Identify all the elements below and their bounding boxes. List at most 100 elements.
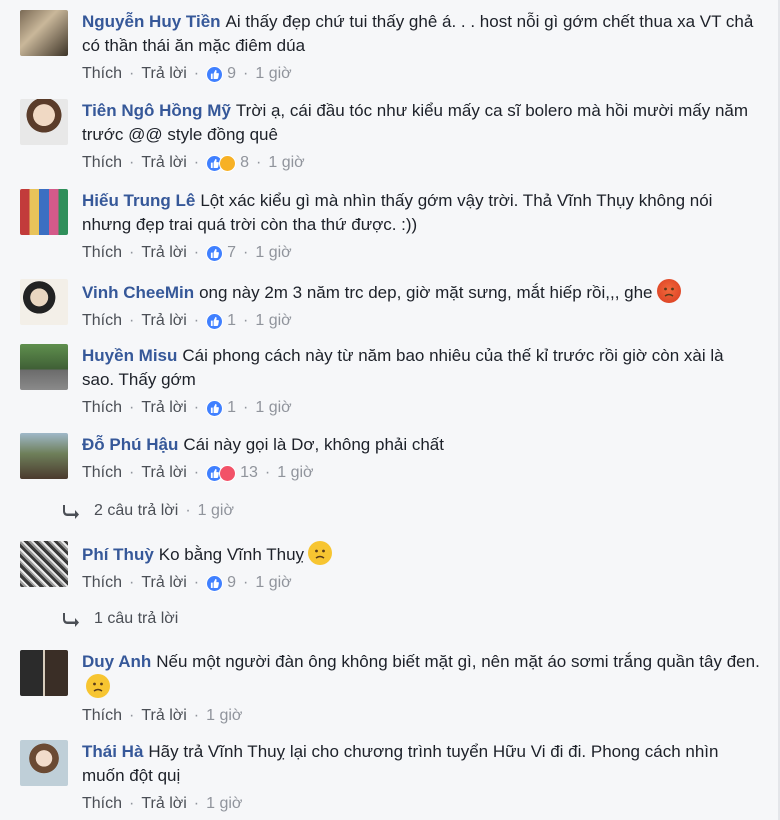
comment-time[interactable]: 1 giờ [277,463,313,483]
separator-dot: · [129,399,135,416]
comment-author[interactable]: Vinh CheeMin [82,283,194,302]
replies-count-link[interactable]: 2 câu trả lời [94,502,178,520]
reaction-count: 9 [227,65,237,82]
avatar[interactable] [20,279,68,325]
comment-author[interactable]: Nguyễn Huy Tiền [82,12,221,31]
separator-dot: · [193,795,200,812]
avatar[interactable] [20,10,68,56]
like-button[interactable]: Thích [82,706,122,726]
reply-button[interactable]: Trả lời [141,311,186,331]
comment-time[interactable]: 1 giờ [255,243,291,263]
replies-count-link[interactable]: 1 câu trả lời [94,610,178,628]
comment-feed: Nguyễn Huy Tiền Ai thấy đẹp chứ tui thấy … [0,0,780,820]
separator-dot: · [243,65,249,82]
reply-button[interactable]: Trả lời [141,573,186,593]
like-button[interactable]: Thích [82,573,122,593]
reaction-summary[interactable]: 9 [206,64,236,84]
reaction-summary[interactable]: 7 [206,243,236,263]
separator-dot: · [193,312,200,329]
avatar[interactable] [20,433,68,479]
reaction-summary[interactable]: 13 [206,463,258,483]
separator-dot: · [243,312,249,329]
comment-time[interactable]: 1 giờ [206,706,242,726]
angry-face-icon [656,279,681,303]
replies-time: 1 giờ [197,502,234,519]
reply-button[interactable]: Trả lời [141,64,186,84]
comment-author[interactable]: Tiên Ngô Hồng Mỹ [82,101,231,120]
separator-dot: · [129,707,135,724]
separator-dot: · [193,574,200,591]
comment-time[interactable]: 1 giờ [255,64,291,84]
like-reaction-icon [206,574,224,592]
separator-dot: · [129,244,135,261]
comment-author[interactable]: Thái Hà [82,742,143,761]
comment-time[interactable]: 1 giờ [255,311,291,331]
separator-dot: · [193,244,200,261]
comment-time[interactable]: 1 giờ [206,794,242,814]
reply-button[interactable]: Trả lời [141,243,186,263]
like-button[interactable]: Thích [82,463,122,483]
reaction-summary[interactable]: 1 [206,311,236,331]
separator-dot: · [129,312,135,329]
like-button[interactable]: Thích [82,153,122,173]
disappointed-face-icon [308,541,333,565]
comment-author[interactable]: Phí Thuỳ [82,545,154,564]
comment-author[interactable]: Huyền Misu [82,346,177,365]
comment-time[interactable]: 1 giờ [255,573,291,593]
separator-dot: · [243,244,249,261]
separator-dot: · [129,154,135,171]
reaction-count: 9 [227,574,237,591]
reply-arrow-icon [63,613,79,627]
reaction-count: 1 [227,399,237,416]
unamused-face-icon [86,674,110,698]
comment-time[interactable]: 1 giờ [268,153,304,173]
reaction-summary[interactable]: 1 [206,398,236,418]
reply-button[interactable]: Trả lời [141,794,186,814]
comment-author[interactable]: Hiếu Trung Lê [82,191,195,210]
view-replies[interactable]: 1 câu trả lời [62,610,178,628]
comment-text: ong này 2m 3 năm trc dep, giờ mặt sưng, … [199,283,653,302]
avatar[interactable] [20,344,68,390]
like-button[interactable]: Thích [82,64,122,84]
separator-dot: · [243,574,249,591]
separator-dot: · [243,399,249,416]
avatar[interactable] [20,650,68,696]
comment-author[interactable]: Duy Anh [82,652,151,671]
comment-text: Cái phong cách này từ năm bao nhiêu của … [82,346,724,389]
separator-dot: · [193,399,200,416]
reaction-count: 13 [240,464,258,481]
comment-text: Hãy trả Vĩnh Thuỵ lại cho chương trình t… [82,742,719,785]
comment-author[interactable]: Đỗ Phú Hậu [82,435,178,454]
reply-arrow-icon [63,505,79,519]
like-reaction-icon [206,244,224,262]
like-button[interactable]: Thích [82,794,122,814]
like-button[interactable]: Thích [82,243,122,263]
like-reaction-icon [206,65,224,83]
like-button[interactable]: Thích [82,311,122,331]
comment-time[interactable]: 1 giờ [255,398,291,418]
reply-button[interactable]: Trả lời [141,153,186,173]
reaction-count: 1 [227,312,237,329]
avatar[interactable] [20,99,68,145]
reaction-summary[interactable]: 9 [206,573,236,593]
like-button[interactable]: Thích [82,398,122,418]
love-reaction-icon [219,464,237,482]
separator-dot: · [129,795,135,812]
reply-button[interactable]: Trả lời [141,463,186,483]
view-replies[interactable]: 2 câu trả lời · 1 giờ [62,502,234,520]
separator-dot: · [129,464,135,481]
separator-dot: · [129,65,135,82]
reaction-count: 8 [240,154,250,171]
avatar[interactable] [20,740,68,786]
separator-dot: · [129,574,135,591]
reaction-count: 7 [227,244,237,261]
reply-button[interactable]: Trả lời [141,706,186,726]
separator-dot: · [193,65,200,82]
comment-text: Ko bằng Vĩnh Thuỵ [158,545,305,564]
avatar[interactable] [20,541,68,587]
reaction-summary[interactable]: 8 [206,153,249,173]
separator-dot: · [193,154,200,171]
like-reaction-icon [206,312,224,330]
avatar[interactable] [20,189,68,235]
reply-button[interactable]: Trả lời [141,398,186,418]
